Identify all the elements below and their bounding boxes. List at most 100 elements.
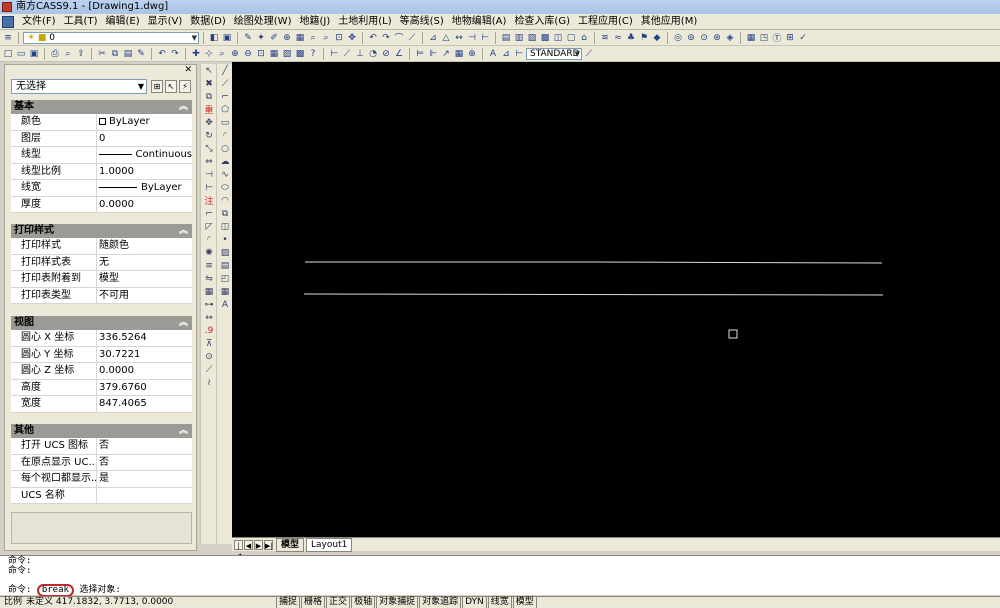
property-value[interactable]: ByLayer [97,114,192,130]
select-icon[interactable]: ↖ [201,64,217,77]
water-icon[interactable]: ≈ [612,32,624,44]
polar-toggle[interactable]: 极轴 [351,596,376,608]
parcel-icon[interactable]: ◳ [758,32,770,44]
station-icon[interactable]: ⊛ [711,32,723,44]
ellipse-arc-icon[interactable]: ◠ [217,194,233,207]
command-prompt-line[interactable]: 命令: break 选择对象: [0,584,1000,597]
field-icon[interactable]: ⊞ [784,32,796,44]
menu-view[interactable]: 显示(V) [144,14,187,30]
design-center-icon[interactable]: ▨ [281,48,293,60]
property-row[interactable]: 圆心 Z 坐标 0.0000 [11,363,192,380]
lineweight-toggle[interactable]: 线宽 [487,596,512,608]
command-window[interactable]: 命令: 命令: 命令: break 选择对象: [0,555,1000,597]
pencil-icon[interactable]: ✎ [242,32,254,44]
dim-continue-icon[interactable]: ⊩ [427,48,439,60]
chevron-up-icon[interactable]: ︽ [179,424,188,438]
model-toggle[interactable]: 模型 [512,596,537,608]
ortho-toggle[interactable]: 正交 [326,596,351,608]
dim-override-icon[interactable]: ⟋ [583,48,595,60]
arc-icon[interactable]: ⌒ [393,32,405,44]
polyline-tool-icon[interactable]: ⌐ [217,90,233,103]
dim-linear-icon[interactable]: ⊢ [328,48,340,60]
dim-aligned-icon[interactable]: ⟋ [341,48,353,60]
triangle-icon[interactable]: △ [440,32,452,44]
pan-icon[interactable]: ✥ [346,32,358,44]
property-value[interactable]: 0 [97,131,192,147]
check-icon[interactable]: ✓ [797,32,809,44]
redo-layer-icon[interactable]: 重 [201,103,217,116]
otrack-toggle[interactable]: 对象追踪 [419,596,462,608]
zoom-in-icon[interactable]: ⊕ [229,48,241,60]
house-icon[interactable]: ⌂ [578,32,590,44]
drawing-canvas[interactable] [232,62,1000,537]
menu-engineering[interactable]: 工程应用(C) [574,14,637,30]
menu-contour[interactable]: 等高线(S) [396,14,448,30]
cut-icon[interactable]: ✂ [96,48,108,60]
move-tool-icon[interactable]: ✥ [201,116,217,129]
rectangle-icon[interactable]: ▭ [217,116,233,129]
text-mark-icon[interactable]: Ⓣ [771,32,783,44]
mirror-icon[interactable]: ⇋ [201,272,217,285]
section-header[interactable]: 其他 ︽ [11,424,192,438]
leader-icon[interactable]: ↗ [440,48,452,60]
menu-cadastre[interactable]: 地籍(J) [295,14,334,30]
tab-first-icon[interactable]: |◀ [234,539,243,560]
grid-icon[interactable]: ▤ [500,32,512,44]
properties-icon[interactable]: ▦ [268,48,280,60]
flag-icon[interactable]: ⚑ [638,32,650,44]
property-row[interactable]: 线型比例 1.0000 [11,163,192,180]
spline-icon[interactable]: ∿ [217,168,233,181]
toggle-pickadd-icon[interactable]: ⊞ [151,80,163,93]
ellipse-icon[interactable]: ⬭ [217,181,233,194]
dim-tool-icon[interactable]: ↔ [201,311,217,324]
copy-icon[interactable]: ⧉ [109,48,121,60]
copy-tool-icon[interactable]: ⧉ [201,90,217,103]
explode-icon[interactable]: ✺ [201,246,217,259]
quick-select-icon[interactable]: ⚡ [179,80,191,93]
property-value[interactable]: 模型 [97,271,192,287]
center-mark-icon[interactable]: ⊕ [466,48,478,60]
extend-icon[interactable]: ⊢ [479,32,491,44]
slope-icon[interactable]: ⟋ [201,363,217,376]
stretch-icon[interactable]: ⇔ [201,155,217,168]
gradient-icon[interactable]: ▤ [217,259,233,272]
property-value[interactable]: 847.4065 [97,396,192,412]
undo2-icon[interactable]: ↶ [156,48,168,60]
dyn-toggle[interactable]: DYN [462,596,487,608]
dim-style-icon[interactable]: ⊿ [500,48,512,60]
zoom-out-icon[interactable]: ⊖ [242,48,254,60]
dim-update-icon[interactable]: ⊢ [513,48,525,60]
selection-dropdown[interactable]: 无选择 [11,79,147,94]
property-row[interactable]: 宽度 847.4065 [11,396,192,413]
dim-angular-icon[interactable]: ∠ [393,48,405,60]
break-icon[interactable]: ⌐ [201,207,217,220]
property-value[interactable]: Continuous [97,147,192,163]
dim-baseline-icon[interactable]: ⊨ [414,48,426,60]
menu-drawing-process[interactable]: 绘图处理(W) [230,14,296,30]
section-header[interactable]: 基本 ︽ [11,100,192,114]
layer-manager-icon[interactable]: ≡ [2,32,14,44]
insert-block-icon[interactable]: ⧉ [217,207,233,220]
circle-point-icon[interactable]: ⊙ [201,350,217,363]
rotate-icon[interactable]: ↻ [201,129,217,142]
scale-icon[interactable]: ⤡ [201,142,217,155]
undo-icon[interactable]: ↶ [367,32,379,44]
zoom-previous-icon[interactable]: ⌕ [320,32,332,44]
block-icon[interactable]: ▥ [513,32,525,44]
menu-other[interactable]: 其他应用(M) [637,14,701,30]
section-header[interactable]: 视图 ︽ [11,316,192,330]
property-row[interactable]: 颜色 ByLayer [11,114,192,131]
tab-model[interactable]: 模型 [276,537,305,552]
table-icon[interactable]: ▦ [294,32,306,44]
property-row[interactable]: 在原点显示 UC... 否 [11,454,192,471]
menu-feature-edit[interactable]: 地物编辑(A) [448,14,511,30]
paste-icon[interactable]: ▤ [122,48,134,60]
property-row[interactable]: 高度 379.6760 [11,379,192,396]
menu-land-use[interactable]: 土地利用(L) [334,14,395,30]
survey-point-icon[interactable]: ⊙ [698,32,710,44]
construction-line-icon[interactable]: ⟋ [217,77,233,90]
make-block-icon[interactable]: ◫ [217,220,233,233]
point-icon[interactable]: ✦ [255,32,267,44]
property-row[interactable]: 每个视口都显示... 是 [11,471,192,488]
dim-ordinate-icon[interactable]: ⊥ [354,48,366,60]
